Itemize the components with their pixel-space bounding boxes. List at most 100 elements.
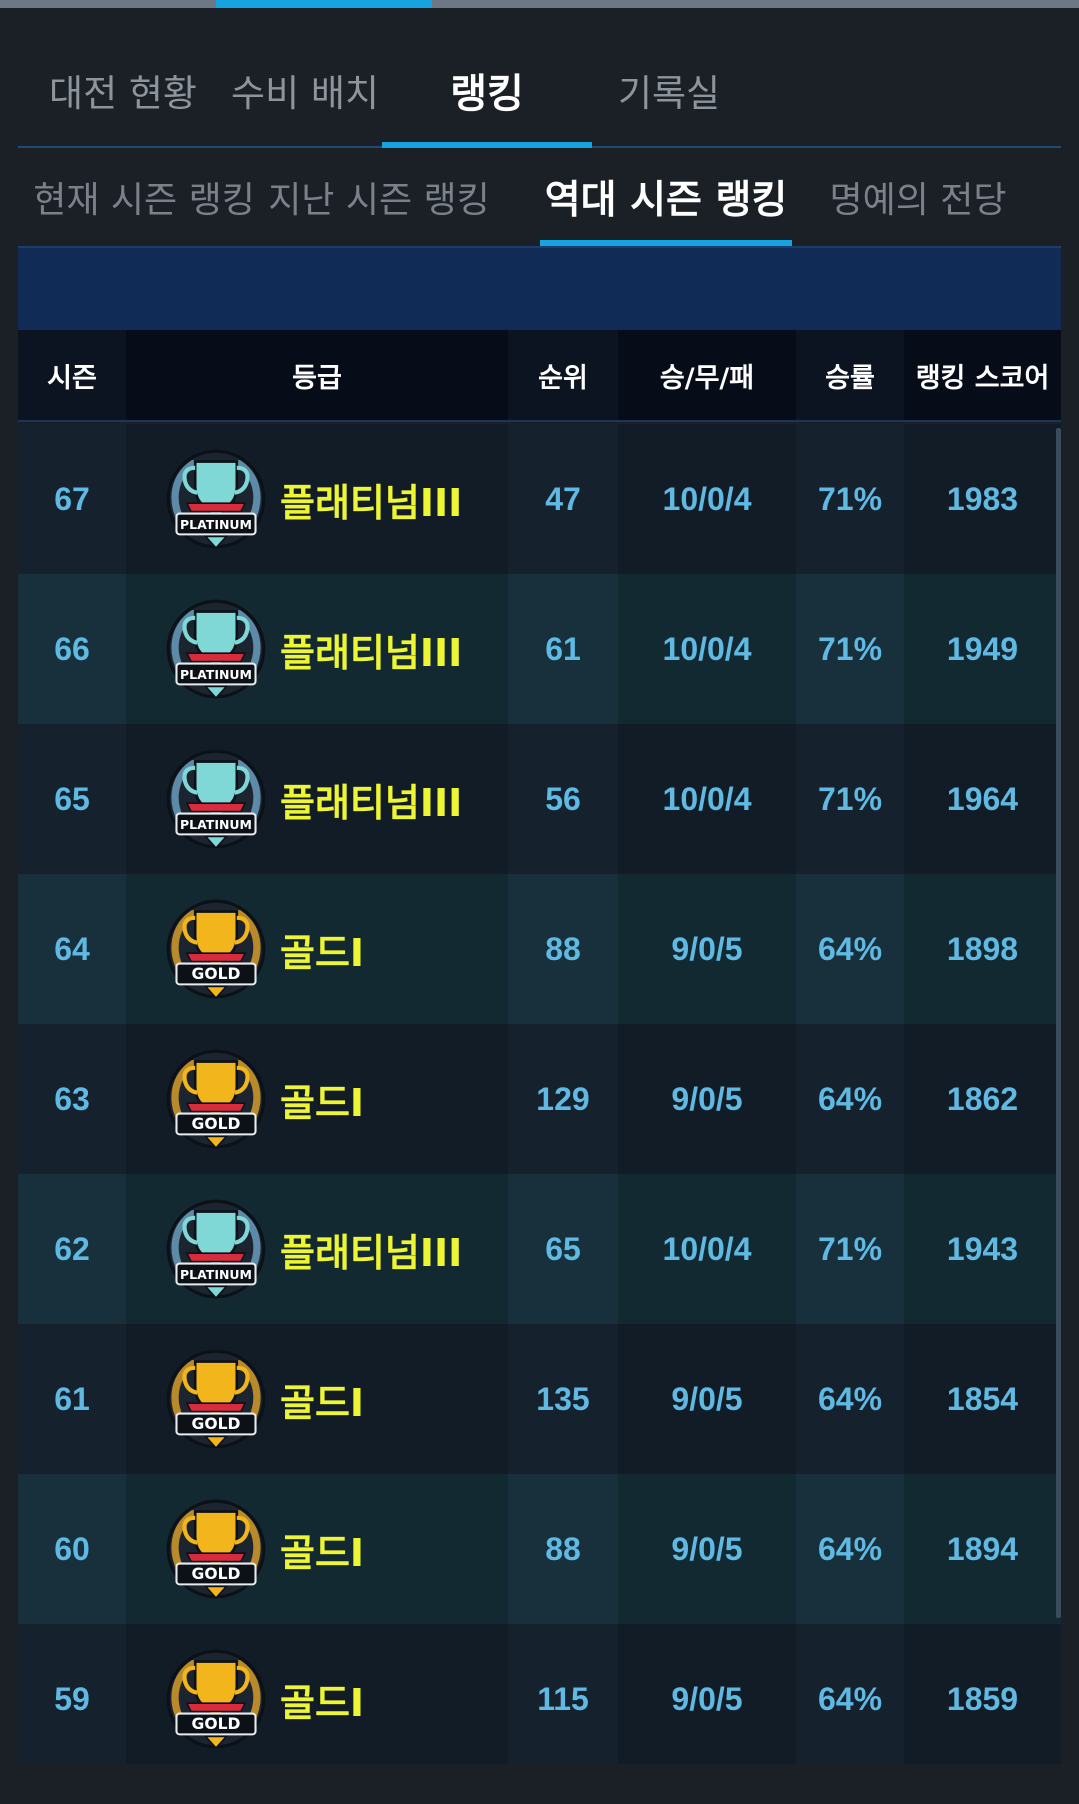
table-body: 67 PLATINUM 플래티넘III 47 10/0/4 71% 1983 6…	[18, 424, 1061, 1764]
tab-records[interactable]: 기록실	[564, 36, 774, 144]
cell-win-rate: 64%	[817, 1080, 883, 1117]
cell-ranking-score: 1898	[904, 874, 1061, 1024]
table-row[interactable]: 67 PLATINUM 플래티넘III 47 10/0/4 71% 1983	[18, 424, 1061, 574]
cell-grade: PLATINUM 플래티넘III	[126, 1174, 508, 1324]
tab-label: 대전 현황	[49, 72, 197, 115]
top-progress-bar	[0, 0, 1079, 8]
table-row[interactable]: 64 GOLD 골드I 88 9/0/5 64% 1898	[18, 874, 1061, 1024]
header-grade: 등급	[126, 330, 508, 420]
table-row[interactable]: 59 GOLD 골드I 115 9/0/5 64% 1859	[18, 1624, 1061, 1764]
svg-text:PLATINUM: PLATINUM	[180, 1267, 252, 1282]
tab-defense-setup[interactable]: 수비 배치	[200, 36, 410, 144]
subtab-label: 지난 시즌 랭킹	[268, 180, 490, 221]
header-rank: 순위	[538, 362, 588, 394]
cell-rank: 115	[537, 1680, 589, 1717]
tab-ranking[interactable]: 랭킹	[382, 36, 592, 148]
cell-season: 67	[54, 480, 90, 517]
cell-win-rate: 71%	[817, 480, 883, 517]
sub-tab-bar: 현재 시즌 랭킹 지난 시즌 랭킹 역대 시즌 랭킹 명예의 전당	[18, 148, 1061, 246]
cell-win-rate: 71%	[817, 1230, 883, 1267]
svg-text:GOLD: GOLD	[192, 1715, 241, 1733]
cell-rank: 47	[545, 480, 581, 517]
cell-grade: PLATINUM 플래티넘III	[126, 574, 508, 724]
season-ranking-table: 시즌 등급 순위 승/무/패 승률 랭킹 스코어 67 PLATINUM 플래티…	[18, 330, 1061, 1764]
cell-record: 9/0/5	[618, 1324, 796, 1474]
table-row[interactable]: 65 PLATINUM 플래티넘III 56 10/0/4 71% 1964	[18, 724, 1061, 874]
cell-ranking-score: 1964	[904, 724, 1061, 874]
table-row[interactable]: 60 GOLD 골드I 88 9/0/5 64% 1894	[18, 1474, 1061, 1624]
subtab-current-season[interactable]: 현재 시즌 랭킹	[33, 148, 255, 246]
cell-ranking-score: 1854	[904, 1324, 1061, 1474]
subtab-last-season[interactable]: 지난 시즌 랭킹	[266, 148, 492, 246]
platinum-trophy-icon: PLATINUM	[164, 747, 268, 851]
tab-label: 수비 배치	[231, 72, 379, 115]
cell-record: 9/0/5	[618, 1624, 796, 1764]
grade-name: 골드I	[280, 930, 365, 975]
grade-name: 플래티넘III	[280, 780, 463, 825]
info-banner	[18, 246, 1061, 330]
subtab-label: 명예의 전당	[829, 180, 1007, 221]
grade-name: 골드I	[280, 1380, 365, 1425]
cell-record: 10/0/4	[618, 1174, 796, 1324]
cell-season: 59	[54, 1680, 90, 1717]
cell-grade: GOLD 골드I	[126, 1024, 508, 1174]
table-scrollbar[interactable]	[1056, 428, 1061, 1618]
cell-rank: 88	[545, 1530, 581, 1567]
table-row[interactable]: 62 PLATINUM 플래티넘III 65 10/0/4 71% 1943	[18, 1174, 1061, 1324]
cell-record: 9/0/5	[618, 1474, 796, 1624]
cell-record: 9/0/5	[618, 874, 796, 1024]
cell-season: 61	[54, 1380, 90, 1417]
grade-name: 골드I	[280, 1680, 365, 1725]
cell-win-rate: 64%	[817, 930, 883, 967]
header-ranking-score: 랭킹 스코어	[904, 330, 1061, 420]
cell-win-rate: 71%	[817, 630, 883, 667]
cell-ranking-score: 1983	[904, 424, 1061, 574]
grade-name: 골드I	[280, 1530, 365, 1575]
cell-grade: GOLD 골드I	[126, 1324, 508, 1474]
gold-trophy-icon: GOLD	[164, 1047, 268, 1151]
svg-text:PLATINUM: PLATINUM	[180, 667, 252, 682]
gold-trophy-icon: GOLD	[164, 1647, 268, 1751]
cell-record: 10/0/4	[618, 574, 796, 724]
tab-label: 랭킹	[450, 71, 524, 117]
table-row[interactable]: 61 GOLD 골드I 135 9/0/5 64% 1854	[18, 1324, 1061, 1474]
subtab-label: 현재 시즌 랭킹	[33, 180, 255, 221]
cell-ranking-score: 1949	[904, 574, 1061, 724]
cell-season: 64	[54, 930, 90, 967]
cell-ranking-score: 1859	[904, 1624, 1061, 1764]
cell-win-rate: 64%	[817, 1680, 883, 1717]
gold-trophy-icon: GOLD	[164, 897, 268, 1001]
cell-grade: GOLD 골드I	[126, 1624, 508, 1764]
tab-battle-status[interactable]: 대전 현황	[18, 36, 228, 144]
cell-record: 10/0/4	[618, 724, 796, 874]
platinum-trophy-icon: PLATINUM	[164, 447, 268, 551]
subtab-all-seasons[interactable]: 역대 시즌 랭킹	[540, 148, 792, 246]
table-row[interactable]: 66 PLATINUM 플래티넘III 61 10/0/4 71% 1949	[18, 574, 1061, 724]
cell-ranking-score: 1943	[904, 1174, 1061, 1324]
cell-win-rate: 64%	[817, 1530, 883, 1567]
svg-text:GOLD: GOLD	[192, 1415, 241, 1433]
cell-season: 63	[54, 1080, 90, 1117]
cell-rank: 61	[545, 630, 581, 667]
subtab-label: 역대 시즌 랭킹	[544, 178, 788, 223]
grade-name: 골드I	[280, 1080, 365, 1125]
platinum-trophy-icon: PLATINUM	[164, 1197, 268, 1301]
cell-season: 60	[54, 1530, 90, 1567]
main-tab-bar: 대전 현황 수비 배치 랭킹 기록실	[18, 36, 1061, 148]
top-progress-indicator	[216, 0, 432, 8]
svg-text:PLATINUM: PLATINUM	[180, 817, 252, 832]
header-season: 시즌	[47, 362, 97, 394]
cell-season: 62	[54, 1230, 90, 1267]
cell-rank: 65	[545, 1230, 581, 1267]
cell-season: 66	[54, 630, 90, 667]
table-row[interactable]: 63 GOLD 골드I 129 9/0/5 64% 1862	[18, 1024, 1061, 1174]
svg-text:PLATINUM: PLATINUM	[180, 517, 252, 532]
svg-text:GOLD: GOLD	[192, 1115, 241, 1133]
grade-name: 플래티넘III	[280, 480, 463, 525]
subtab-hall-of-fame[interactable]: 명예의 전당	[826, 148, 1010, 246]
cell-grade: GOLD 골드I	[126, 1474, 508, 1624]
header-record: 승/무/패	[618, 330, 796, 420]
cell-win-rate: 64%	[817, 1380, 883, 1417]
cell-rank: 88	[545, 930, 581, 967]
grade-name: 플래티넘III	[280, 1230, 463, 1275]
